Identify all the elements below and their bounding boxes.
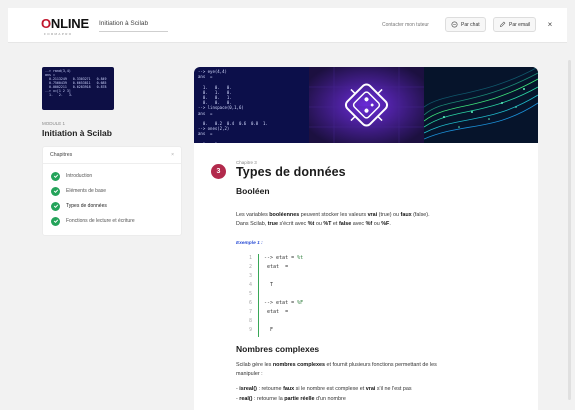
section-title-booleen: Booléen bbox=[236, 186, 270, 196]
chapter-item-label: Types de données bbox=[66, 203, 107, 209]
list-item-isreal: - isreal() : retourne faux si le nombre … bbox=[236, 386, 412, 392]
check-circle-icon bbox=[51, 201, 60, 211]
chapter-item-introduction[interactable]: Introduction bbox=[51, 171, 92, 181]
page-scrollbar[interactable] bbox=[568, 60, 571, 400]
code-line: 5 bbox=[248, 291, 252, 297]
thumbnail-code: --> rand(3,4) ans = 0.2113249 0.3303271 … bbox=[45, 69, 107, 97]
email-button[interactable]: Par email bbox=[493, 17, 537, 32]
course-title: Initiation à Scilab bbox=[99, 20, 168, 32]
list-item-real: - real() : retourne la partie réelle d'u… bbox=[236, 396, 346, 402]
chapters-header[interactable]: Chapitres × bbox=[43, 147, 181, 164]
chapter-item-fonctions-lecture-ecriture[interactable]: Fonctions de lecture et écriture bbox=[51, 216, 135, 226]
contact-tutor-label: Contacter mon tuteur bbox=[382, 22, 429, 28]
banner-chip-panel bbox=[309, 67, 424, 143]
close-icon[interactable]: × bbox=[544, 19, 556, 31]
chapter-content-card: --> eye(4,4) ans = 1. 0. 0. 0. 1. 0. 0. … bbox=[194, 67, 538, 410]
chapter-item-label: Eléments de base bbox=[66, 188, 107, 194]
banner-network-panel bbox=[423, 67, 538, 143]
chapter-title: Types de données bbox=[236, 165, 346, 179]
banner-code: --> eye(4,4) ans = 1. 0. 0. 0. 1. 0. 0. … bbox=[198, 69, 268, 143]
chapter-item-label: Fonctions de lecture et écriture bbox=[66, 218, 135, 224]
chapters-panel: Chapitres × Introduction Eléments de bas… bbox=[42, 146, 182, 236]
chapters-title: Chapitres bbox=[50, 152, 73, 158]
chapters-close-icon[interactable]: × bbox=[171, 152, 174, 158]
chip-icon bbox=[309, 67, 424, 143]
chat-icon bbox=[451, 21, 458, 28]
pencil-icon bbox=[500, 21, 506, 27]
chapter-number-badge: 3 bbox=[211, 164, 226, 179]
code-line: 9 F bbox=[248, 327, 274, 333]
module-title: Initiation à Scilab bbox=[42, 128, 112, 138]
logo-subtitle: FORMAPRO bbox=[44, 32, 73, 36]
module-label: MODULE 1 bbox=[42, 121, 66, 126]
chapter-item-elements-de-base[interactable]: Eléments de base bbox=[51, 186, 106, 196]
online-logo[interactable]: ONLINE bbox=[41, 16, 89, 31]
banner-code-panel: --> eye(4,4) ans = 1. 0. 0. 0. 1. 0. 0. … bbox=[194, 67, 309, 143]
email-button-label: Par email bbox=[509, 21, 531, 28]
chat-button-label: Par chat bbox=[461, 21, 480, 28]
module-thumbnail: --> rand(3,4) ans = 0.2113249 0.3303271 … bbox=[42, 67, 114, 110]
section-title-nombres-complexes: Nombres complexes bbox=[236, 344, 320, 354]
code-line: 2 etat = bbox=[248, 264, 289, 270]
code-line: 1 --> etat = %t bbox=[248, 255, 304, 261]
example-label: Exemple 1 : bbox=[236, 241, 263, 246]
code-line: 7 etat = bbox=[248, 309, 289, 315]
code-line: 3 bbox=[248, 273, 252, 279]
check-circle-icon bbox=[51, 186, 60, 196]
paragraph-complexes: Scilab gère les nombres complexes et fou… bbox=[236, 362, 437, 377]
code-line: 6 --> etat = %F bbox=[248, 300, 304, 306]
chapter-item-types-de-donnees[interactable]: Types de données bbox=[51, 201, 107, 211]
code-line: 8 bbox=[248, 318, 252, 324]
check-circle-icon bbox=[51, 171, 60, 181]
code-line: 4 T bbox=[248, 282, 274, 288]
check-circle-icon bbox=[51, 216, 60, 226]
chapter-body: 3 Chapitre 3 Types de données Booléen Le… bbox=[194, 143, 538, 410]
paragraph-booleen: Les variables booléennes peuvent stocker… bbox=[236, 212, 430, 227]
network-graphic bbox=[423, 67, 538, 143]
chat-button[interactable]: Par chat bbox=[445, 17, 486, 32]
chapter-item-label: Introduction bbox=[66, 173, 93, 179]
chapter-banner: --> eye(4,4) ans = 1. 0. 0. 0. 1. 0. 0. … bbox=[194, 67, 538, 143]
top-header: ONLINE FORMAPRO Initiation à Scilab Cont… bbox=[8, 8, 567, 43]
code-example[interactable]: 1 --> etat = %t 2 etat = 3 4 T 5 6 --> eta… bbox=[236, 254, 526, 337]
